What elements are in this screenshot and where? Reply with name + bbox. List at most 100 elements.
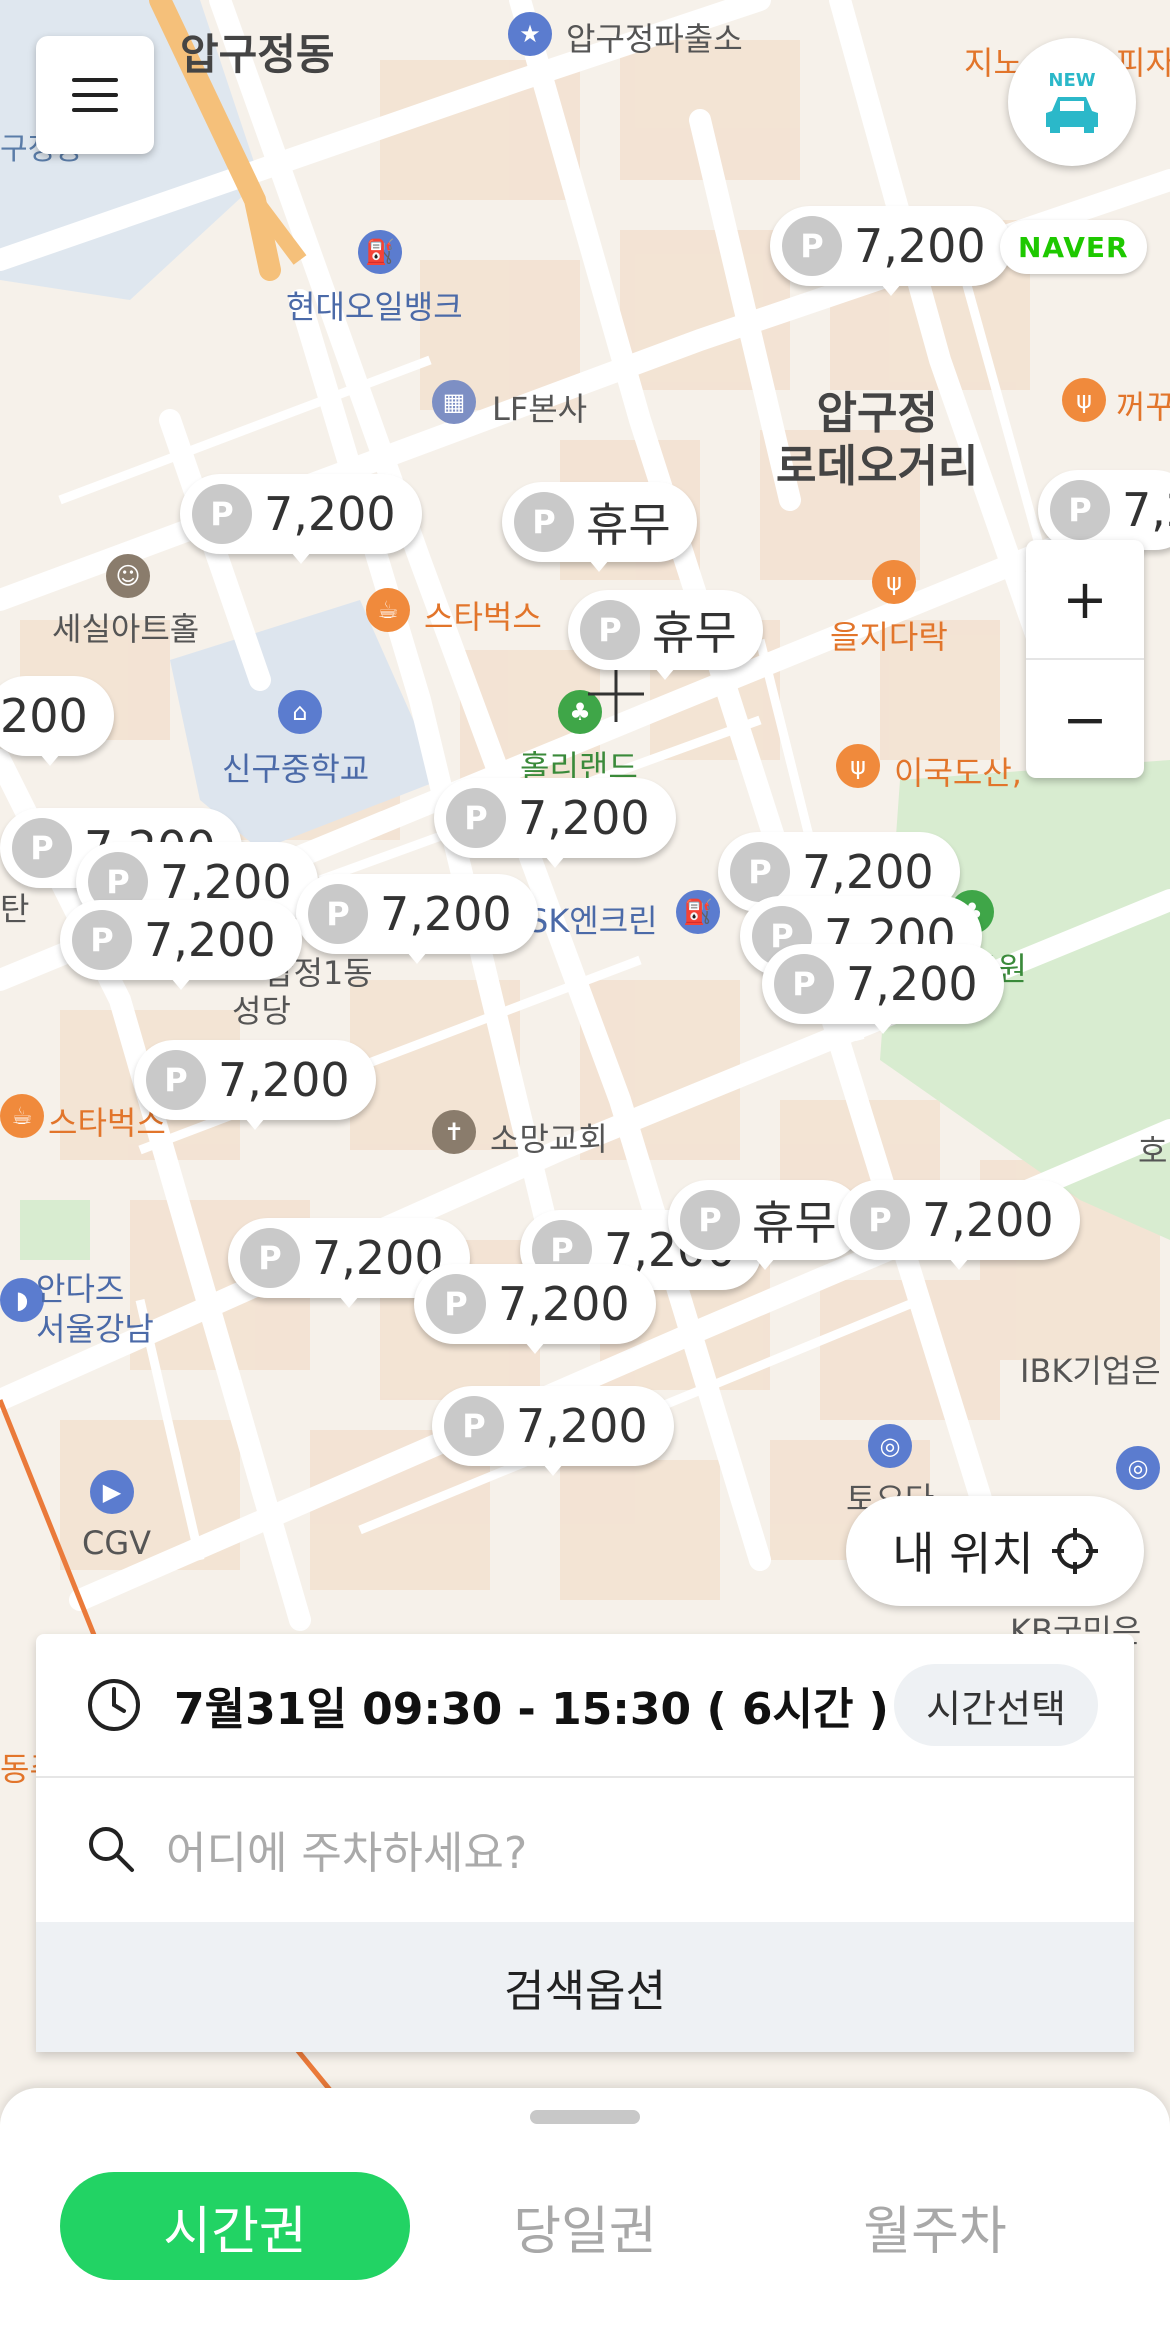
parking-pin[interactable]: P 휴무: [668, 1180, 863, 1270]
parking-icon: P: [580, 600, 640, 660]
crosshair-location-icon: [1051, 1528, 1098, 1574]
school-icon: ⌂: [278, 690, 322, 734]
sheet-handle[interactable]: [530, 2110, 640, 2124]
parking-icon: P: [680, 1190, 740, 1250]
parking-pin[interactable]: P7,200: [180, 474, 422, 564]
police-icon: ★: [508, 12, 552, 56]
parking-pin[interactable]: P7,200: [838, 1180, 1080, 1270]
parking-pin[interactable]: P7,200: [296, 874, 538, 964]
menu-icon: [72, 108, 118, 112]
target-icon: ◎: [868, 1424, 912, 1468]
map-label: 꺼꾸: [1116, 388, 1170, 426]
map-label: 호: [1138, 1132, 1168, 1170]
menu-icon: [72, 93, 118, 97]
pin-price: 7,200: [922, 1193, 1054, 1247]
parking-icon: P: [426, 1274, 486, 1334]
pin-price: 7,200: [854, 219, 986, 273]
parking-icon: P: [12, 818, 72, 878]
pin-price: 7,200: [218, 1053, 350, 1107]
zoom-in-button[interactable]: +: [1026, 540, 1144, 660]
zoom-control: + −: [1026, 540, 1144, 778]
my-location-label: 내 위치: [892, 1527, 1034, 1581]
parking-icon: P: [192, 484, 252, 544]
parking-pin[interactable]: P7,2: [1038, 470, 1170, 560]
cinema-icon: ▶: [90, 1470, 134, 1514]
pin-price: 7,200: [144, 913, 276, 967]
map-label: 을지다락: [830, 618, 948, 656]
my-location-button[interactable]: 내 위치: [846, 1496, 1144, 1606]
parking-icon: P: [850, 1190, 910, 1250]
restaurant-icon: ψ: [872, 560, 916, 604]
map-label: 탄: [0, 890, 30, 928]
map-label: LF본사: [492, 390, 588, 428]
gas-station-icon: ⛽: [358, 230, 402, 274]
map-label: 압구정 로데오거리: [776, 388, 979, 492]
parking-pin[interactable]: P7,200: [434, 778, 676, 868]
parking-icon: P: [146, 1050, 206, 1110]
map-label: 서울강남: [36, 1310, 154, 1348]
new-badge: NEW: [1048, 69, 1096, 91]
parking-pin[interactable]: P7,200: [414, 1264, 656, 1354]
zoom-out-button[interactable]: −: [1026, 660, 1144, 778]
cafe-icon: ☕: [366, 588, 410, 632]
pin-closed: 휴무: [652, 606, 737, 660]
car-icon: [1046, 96, 1098, 133]
parking-pin[interactable]: P 휴무: [502, 482, 697, 572]
search-panel: 7월31일 09:30 - 15:30 ( 6시간 ) 시간선택 어디에 주차하…: [36, 1634, 1134, 2052]
parking-pin[interactable]: P7,200: [762, 944, 1004, 1034]
parking-icon: P: [514, 492, 574, 552]
time-range: 7월31일 09:30 - 15:30 ( 6시간 ): [174, 1684, 889, 1735]
parking-pin[interactable]: P7,200: [770, 206, 1012, 296]
search-placeholder: 어디에 주차하세요?: [166, 1828, 528, 1879]
time-row[interactable]: 7월31일 09:30 - 15:30 ( 6시간 ) 시간선택: [36, 1634, 1134, 1778]
target-icon: ◎: [1116, 1446, 1160, 1490]
tab-daily[interactable]: 당일권: [410, 2172, 760, 2280]
parking-icon: P: [1050, 480, 1110, 540]
map-label: SK엔크린: [528, 902, 658, 940]
church-icon: ✝: [432, 1110, 476, 1154]
pin-closed: 휴무: [586, 498, 671, 552]
cafe-icon: ☕: [0, 1094, 44, 1138]
naver-logo: NAVER: [1000, 220, 1147, 274]
parking-pin[interactable]: 200: [0, 676, 114, 766]
menu-button[interactable]: [36, 36, 154, 154]
building-icon: ▦: [432, 380, 476, 424]
clock-icon: [88, 1679, 140, 1731]
search-input[interactable]: 어디에 주차하세요?: [36, 1778, 1134, 1920]
parking-icon: P: [730, 842, 790, 902]
pin-price: 7,200: [498, 1277, 630, 1331]
map-label: 스타벅스: [424, 598, 542, 636]
restaurant-icon: ψ: [1062, 378, 1106, 422]
pin-price: 7,200: [518, 791, 650, 845]
parking-icon: P: [774, 954, 834, 1014]
map-label: IBK기업은: [1020, 1352, 1161, 1390]
pin-price: 7,2: [1122, 483, 1170, 537]
map-label: CGV: [82, 1524, 152, 1562]
parking-pin[interactable]: P7,200: [432, 1386, 674, 1476]
new-car-button[interactable]: NEW: [1008, 38, 1136, 166]
map-label: 성당: [232, 992, 291, 1030]
theater-icon: ☺: [106, 554, 150, 598]
time-select-button[interactable]: 시간선택: [894, 1664, 1098, 1746]
parking-icon: P: [308, 884, 368, 944]
pin-price: 200: [0, 689, 88, 743]
restaurant-icon: ψ: [836, 744, 880, 788]
pin-price: 7,200: [264, 487, 396, 541]
search-options-button[interactable]: 검색옵션: [36, 1922, 1134, 2052]
parking-icon: P: [72, 910, 132, 970]
tab-monthly[interactable]: 월주차: [760, 2172, 1110, 2280]
parking-icon: P: [240, 1228, 300, 1288]
parking-pin[interactable]: P7,200: [134, 1040, 376, 1130]
bottom-sheet: 시간권 당일권 월주차: [0, 2088, 1170, 2336]
search-icon: [89, 1827, 134, 1872]
map-label: 압구정동: [180, 30, 335, 79]
map-label: 신구중학교: [222, 750, 370, 788]
pin-price: 7,200: [516, 1399, 648, 1453]
pin-price: 7,200: [846, 957, 978, 1011]
parking-pin[interactable]: P 휴무: [568, 590, 763, 680]
map-label: 소망교회: [490, 1120, 608, 1158]
map-label: 이국도산,: [894, 754, 1022, 792]
parking-pin[interactable]: P7,200: [60, 900, 302, 990]
tab-hourly[interactable]: 시간권: [60, 2172, 410, 2280]
pin-closed: 휴무: [752, 1196, 837, 1250]
